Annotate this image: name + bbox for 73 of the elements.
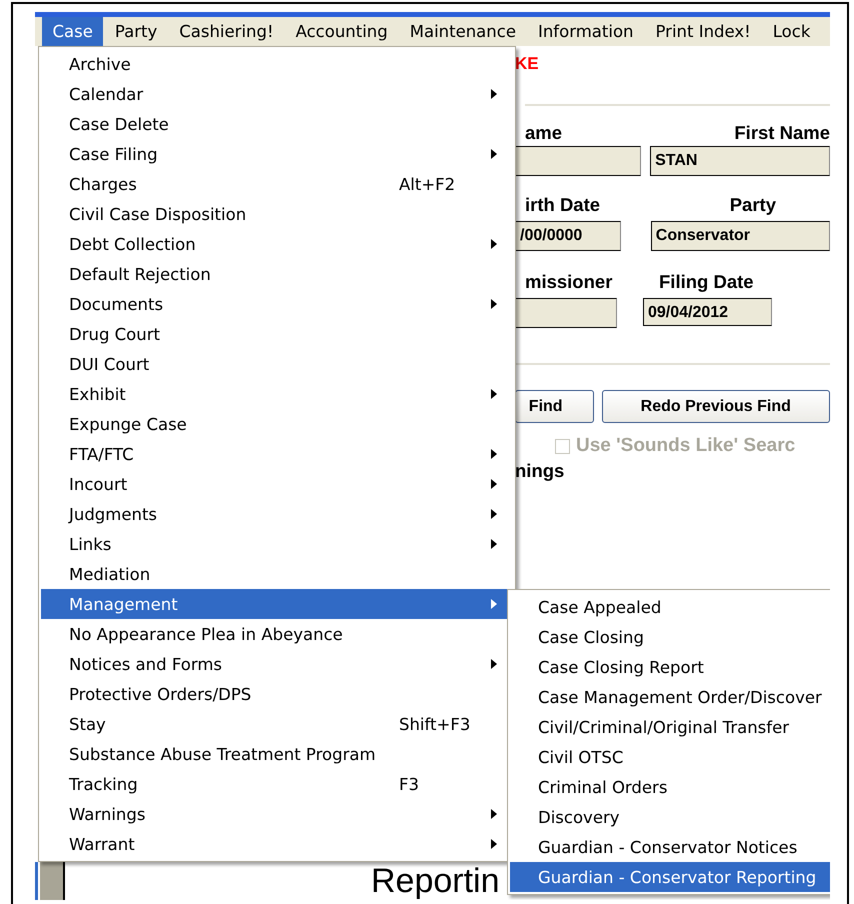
menu-item[interactable]: Debt Collection xyxy=(41,229,513,259)
menu-item[interactable]: Party xyxy=(104,17,168,46)
menu-item[interactable]: Default Rejection xyxy=(41,259,513,289)
menu-item[interactable]: Case Filing xyxy=(41,139,513,169)
menu-item[interactable]: Exhibit xyxy=(41,379,513,409)
field-label: ame xyxy=(524,122,564,144)
section-title: Reportin xyxy=(371,862,500,900)
field-label: irth Date xyxy=(524,194,602,216)
menu-item[interactable]: Lock xyxy=(762,17,821,46)
submenu-arrow-icon xyxy=(491,509,497,519)
menu-item[interactable]: Archive xyxy=(41,49,513,79)
field-label: Party xyxy=(728,194,777,216)
menu-item[interactable]: Guardian - Conservator Notices xyxy=(510,832,830,862)
submenu-arrow-icon xyxy=(491,599,497,609)
input-field[interactable]: Conservator xyxy=(650,221,830,251)
menu-item[interactable]: Judgments xyxy=(41,499,513,529)
menu-item[interactable]: Case Appealed xyxy=(510,592,830,622)
menu-item[interactable]: Case xyxy=(42,17,104,46)
menu-item[interactable]: Case Closing xyxy=(510,622,830,652)
input-field[interactable]: /00/0000 xyxy=(515,221,621,251)
submenu-arrow-icon xyxy=(491,659,497,669)
find-button[interactable]: Find xyxy=(515,390,594,423)
menu-item[interactable]: Print Index! xyxy=(645,17,762,46)
menu-item[interactable]: Civil/Criminal/Original Transfer xyxy=(510,712,830,742)
menu-item[interactable]: Accounting xyxy=(285,17,398,46)
submenu-arrow-icon xyxy=(491,389,497,399)
menu-item[interactable]: Civil Case Disposition xyxy=(41,199,513,229)
shortcut-label: F3 xyxy=(399,774,419,794)
submenu-arrow-icon xyxy=(491,299,497,309)
menu-item[interactable]: Warnings xyxy=(41,799,513,829)
shortcut-label: Shift+F3 xyxy=(399,714,470,734)
field-label: Filing Date xyxy=(659,271,755,293)
submenu-arrow-icon xyxy=(491,89,497,99)
redo-find-button[interactable]: Redo Previous Find xyxy=(602,390,830,423)
input-field[interactable]: STAN xyxy=(650,146,830,176)
banner-text: KE xyxy=(515,54,540,74)
submenu-arrow-icon xyxy=(491,239,497,249)
section-label: nings xyxy=(515,460,566,482)
menu-item[interactable]: Criminal Orders xyxy=(510,772,830,802)
menu-item[interactable]: Information xyxy=(527,17,644,46)
submenu-arrow-icon xyxy=(491,539,497,549)
menu-item[interactable]: Expunge Case xyxy=(41,409,513,439)
menu-item[interactable]: Civil OTSC xyxy=(510,742,830,772)
menu-item[interactable]: Discovery xyxy=(510,802,830,832)
menu-item[interactable]: Case Closing Report xyxy=(510,652,830,682)
menu-item[interactable]: Documents xyxy=(41,289,513,319)
submenu-arrow-icon xyxy=(491,149,497,159)
submenu-arrow-icon xyxy=(491,809,497,819)
menu-item[interactable]: Calendar xyxy=(41,79,513,109)
input-field[interactable] xyxy=(515,146,642,176)
submenu-arrow-icon xyxy=(491,449,497,459)
menu-item[interactable]: Warrant xyxy=(41,829,513,859)
menu-item[interactable]: FTA/FTC xyxy=(41,439,513,469)
menu-item[interactable]: Links xyxy=(41,529,513,559)
menu-item[interactable]: Charges Alt+F2 xyxy=(41,169,513,199)
menu-item[interactable]: DUI Court xyxy=(41,349,513,379)
menu-item[interactable]: Maintenance xyxy=(399,17,526,46)
shortcut-label: Alt+F2 xyxy=(399,174,456,194)
menu-item[interactable]: Guardian - Conservator Reporting xyxy=(510,862,830,892)
checkbox-label: Use 'Sounds Like' Searc xyxy=(576,435,796,457)
menu-item[interactable]: Drug Court xyxy=(41,319,513,349)
field-label: missioner xyxy=(524,271,614,293)
menu-item[interactable]: Cashiering! xyxy=(168,17,284,46)
input-field[interactable]: 09/04/2012 xyxy=(643,298,772,326)
field-label: First Name xyxy=(733,122,830,144)
menu-item[interactable]: Mediation xyxy=(41,559,513,589)
menu-item[interactable]: Notices and Forms xyxy=(41,649,513,679)
menu-item[interactable]: Incourt xyxy=(41,469,513,499)
menu-item[interactable]: Case Delete xyxy=(41,109,513,139)
menu-item[interactable]: Case Management Order/Discover xyxy=(510,682,830,712)
submenu-arrow-icon xyxy=(491,479,497,489)
submenu-arrow-icon xyxy=(491,839,497,849)
input-field[interactable] xyxy=(515,298,617,328)
